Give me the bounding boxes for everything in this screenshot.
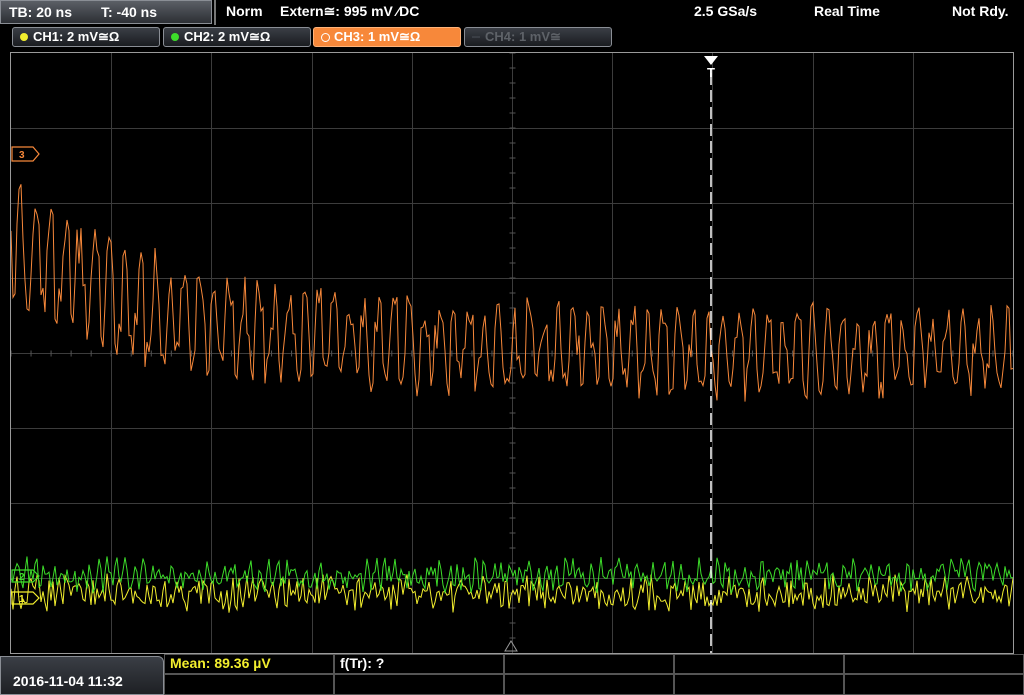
channel-1-label: CH1: 2 mV≅Ω: [33, 29, 120, 44]
channel-1-marker-label: 1: [19, 594, 25, 605]
channel-1-button[interactable]: CH1: 2 mV≅Ω: [12, 27, 160, 47]
trigger-source-label[interactable]: Extern≅: 995 mV ⁄DC: [280, 3, 419, 20]
waveform-canvas: T 3 2 1: [10, 52, 1014, 653]
mean-measurement: Mean: 89.36 µV: [170, 655, 271, 671]
acquisition-mode-label: Real Time: [814, 3, 880, 19]
channel-3-label: CH3: 1 mV≅Ω: [334, 29, 421, 44]
measurement-cell: [674, 674, 844, 695]
measurement-cell: [844, 654, 1024, 674]
channel-4-dash-icon: [472, 36, 480, 38]
timebase-box[interactable]: TB: 20 ns T: -40 ns: [0, 0, 212, 24]
channel-4-label: CH4: 1 mV≅: [485, 29, 561, 44]
sample-rate-label: 2.5 GSa/s: [694, 3, 758, 19]
datetime-box[interactable]: 2016-11-04 11:32: [0, 656, 164, 695]
measurement-cell: [504, 674, 674, 695]
status-separator: [214, 0, 216, 25]
trigger-arrow-icon: [704, 56, 718, 65]
channel-bar: CH1: 2 mV≅Ω CH2: 2 mV≅Ω CH3: 1 mV≅Ω CH4:…: [0, 25, 1024, 49]
trigger-marker-label: T: [707, 65, 715, 80]
measurement-cell: [844, 674, 1024, 695]
channel-2-button[interactable]: CH2: 2 mV≅Ω: [163, 27, 311, 47]
channel-1-dot-icon: [20, 33, 28, 41]
run-state-label: Not Rdy.: [952, 3, 1009, 19]
datetime-label: 2016-11-04 11:32: [13, 673, 123, 689]
channel-3-marker: 3: [11, 146, 40, 162]
status-bar: TB: 20 ns T: -40 ns Norm Extern≅: 995 mV…: [0, 0, 1024, 25]
waveform-display[interactable]: T 3 2 1: [10, 52, 1014, 654]
measurement-cell: [504, 654, 674, 674]
channel-3-marker-label: 3: [19, 150, 25, 161]
channel-2-label: CH2: 2 mV≅Ω: [184, 29, 271, 44]
timebase-label: TB: 20 ns: [9, 4, 73, 20]
measurement-cell: [334, 674, 504, 695]
center-marker-icon: [504, 640, 518, 652]
channel-4-button[interactable]: CH4: 1 mV≅: [464, 27, 612, 47]
measurement-cell: [674, 654, 844, 674]
measurement-table[interactable]: Mean: 89.36 µV f(Tr): ?: [164, 654, 1024, 695]
frequency-measurement: f(Tr): ?: [340, 655, 385, 671]
channel-2-dot-icon: [171, 33, 179, 41]
channel-3-dot-icon: [321, 33, 330, 42]
trigger-offset-label: T: -40 ns: [101, 4, 158, 20]
measurement-cell: [164, 674, 334, 695]
channel-3-button[interactable]: CH3: 1 mV≅Ω: [313, 27, 461, 47]
trigger-mode-label[interactable]: Norm: [226, 3, 263, 19]
channel-2-marker-label: 2: [19, 572, 25, 583]
